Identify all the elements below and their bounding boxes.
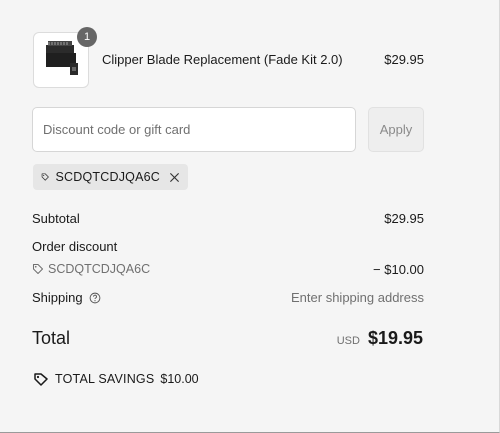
shipping-row: Shipping Enter shipping address: [32, 290, 424, 306]
savings-value: $10.00: [160, 372, 199, 386]
close-icon[interactable]: [169, 172, 180, 183]
subtotal-row: Subtotal $29.95: [32, 211, 424, 227]
savings-tag-icon: [34, 373, 48, 386]
line-item: 1 Clipper Blade Replacement (Fade Kit 2.…: [33, 27, 424, 88]
apply-button[interactable]: Apply: [368, 107, 424, 152]
applied-discount-code: SCDQTCDJQA6C: [55, 170, 160, 184]
tag-icon: [41, 173, 49, 181]
total-amount-group: USD $19.95: [337, 328, 423, 349]
discount-code-label: SCDQTCDJQA6C: [48, 262, 151, 276]
total-label: Total: [32, 328, 71, 348]
total-value: $19.95: [367, 328, 423, 348]
order-discount-label: Order discount: [32, 239, 118, 254]
subtotal-label: Subtotal: [32, 211, 80, 226]
question-circle-icon[interactable]: [89, 292, 101, 304]
shipping-label: Shipping: [32, 290, 83, 305]
remove-discount-button[interactable]: [169, 172, 180, 183]
discount-code-input[interactable]: [32, 107, 356, 152]
total-savings: TOTAL SAVINGS $10.00: [33, 371, 199, 387]
applied-discount-chip: SCDQTCDJQA6C: [33, 164, 188, 190]
order-discount-row: Order discount: [32, 239, 424, 255]
subtotal-value: $29.95: [384, 211, 424, 226]
shipping-value: Enter shipping address: [291, 290, 424, 305]
currency-code: USD: [336, 335, 360, 347]
discount-amount: − $10.00: [373, 262, 424, 277]
discount-code-row: SCDQTCDJQA6C − $10.00: [32, 262, 424, 278]
quantity-badge: 1: [77, 27, 97, 47]
tag-icon: [32, 263, 44, 275]
product-thumbnail: 1: [33, 27, 97, 88]
savings-label: TOTAL SAVINGS: [55, 372, 155, 386]
clipper-blade-image: [46, 41, 78, 75]
order-summary-panel: 1 Clipper Blade Replacement (Fade Kit 2.…: [0, 0, 500, 433]
product-name: Clipper Blade Replacement (Fade Kit 2.0): [102, 52, 343, 67]
product-price: $29.95: [384, 52, 424, 67]
